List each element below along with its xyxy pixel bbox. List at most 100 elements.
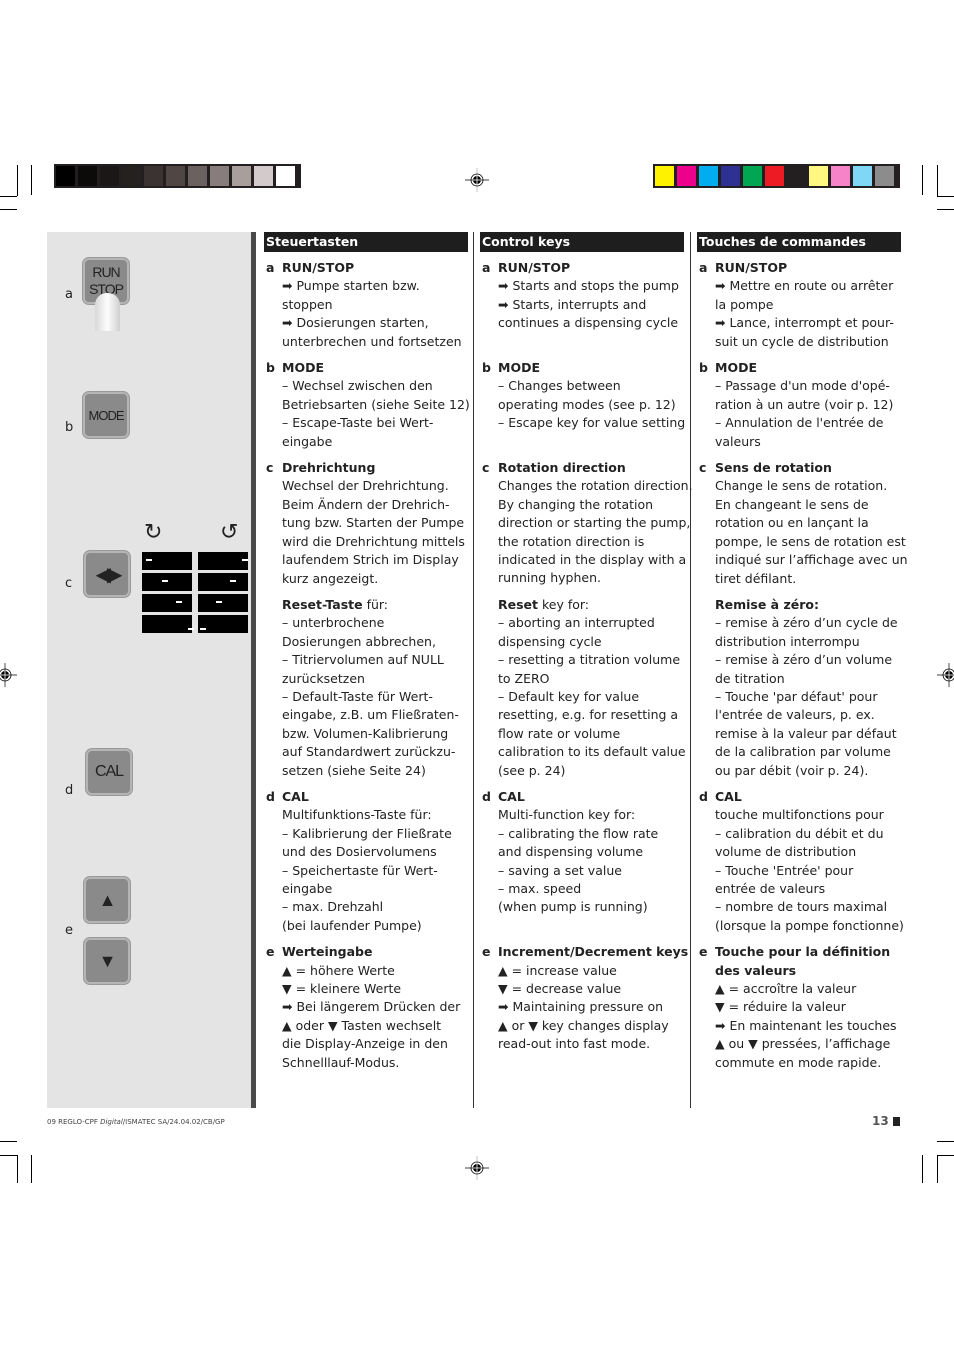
section-letter: a [266,260,275,275]
subsection-line: – remise à zéro d’un volume [715,652,893,668]
column-header: Steuertasten [264,232,468,252]
crop-mark [0,196,17,197]
column-divider [473,232,474,1108]
section-line: Schnelllauf-Modus. [282,1054,400,1070]
section-line: – Changes between [498,378,621,394]
section-d: d CAL Multifunktions-Taste für: – Kalibrier… [264,788,468,935]
section-line: ▲ = höhere Werte [282,962,395,978]
running-hyphen [176,601,182,603]
section-line: continues a dispensing cycle [498,315,679,331]
section-line: direction or starting the pump, [498,515,691,531]
section-letter: d [266,788,275,804]
subsection-title-suffix: für: [362,596,389,612]
subsection-line: Dosierungen abbrechen, [282,633,436,649]
lcd-display [142,552,192,570]
crop-mark [0,1155,17,1156]
section-line: ▲ = increase value [498,962,617,978]
column-french: Touches de commandes a RUN/STOP ➡ Mettre en… [697,232,908,1072]
subsection-title: Reset key for: [498,596,684,614]
subsection-title-bold: Reset [498,596,538,612]
key-illustration-panel [47,232,251,1108]
section-b: b MODE – Wechsel zwischen den Betriebsarten… [264,359,470,451]
color-swatch [765,166,784,186]
illustration-label-e: e [65,923,73,938]
panel-divider [251,232,256,1108]
subsection-title-bold: Reset-Taste [282,596,363,612]
section-line: Beim Ändern der Drehrich- [282,496,450,512]
section-line: En changeant le sens de [715,496,869,512]
color-swatch [853,166,872,186]
color-swatch [743,166,762,186]
subsection-line: distribution interrompu [715,633,860,649]
section-line: ration à un autre (voir p. 12) [715,396,894,412]
section-line [498,333,684,351]
section-letter: d [699,788,708,804]
subsection-title-bold: Remise à zéro: [715,596,819,612]
subsection-line: flow rate or volume [498,725,621,741]
subsection-line: de titration [715,670,785,686]
crop-mark [922,165,923,195]
color-swatch [166,166,185,186]
run-stop-key-line1: RUN [92,264,120,280]
crop-mark [922,1155,923,1183]
subsection-line: de la calibration par volume [715,744,891,760]
section-title: RUN/STOP [498,260,571,275]
section-line: suit un cycle de distribution [715,333,889,349]
running-hyphen [230,580,236,582]
section-line: – Kalibrierung der Fließrate [282,825,452,841]
subsection-title: Remise à zéro: [715,596,901,614]
section-letter: a [482,260,491,275]
section-c: c Rotation direction Changes the rotation … [480,459,693,780]
section-line: touche multifonctions pour [715,807,884,823]
section-line: ▲ = accroître la valeur [715,981,857,997]
section-line: – Escape key for value setting [498,415,686,431]
cal-key: CAL [86,749,132,795]
illustration-label-b: b [65,420,74,435]
section-line: Change le sens de rotation. [715,478,888,494]
section-line: Multi-function key for: [498,807,636,823]
section-line: ➡ Starts, interrupts and [498,296,647,312]
crop-mark [31,1155,32,1183]
subsection-line: resetting, e.g. for resetting a [498,707,679,723]
section-title: MODE [282,360,324,376]
process-color-bar [653,164,900,188]
counterclockwise-icon: ↺ [220,520,239,545]
section-title: Touche pour la définition [715,944,891,960]
section-line: ▲ or ▼ key changes display [498,1017,669,1033]
decrement-key: ▼ [84,938,130,984]
color-swatch [78,166,97,186]
subsection-line: – resetting a titration volume [498,652,681,668]
crop-mark [937,209,954,210]
lcd-display [198,552,248,570]
section-title: CAL [282,788,309,804]
color-swatch [100,166,119,186]
section-line: ➡ Bei längerem Drücken der [282,999,461,1015]
section-letter: a [699,260,708,275]
section-line: volume de distribution [715,844,857,860]
subsection-line: (see p. 24) [498,762,566,778]
lcd-display [142,594,192,612]
lcd-display [142,615,194,633]
color-swatch [831,166,850,186]
section-title-cont: des valeurs [715,962,797,978]
section-line: – Touche 'Entrée' pour [715,862,854,878]
registration-mark-icon [465,168,489,192]
column-header: Control keys [480,232,684,252]
section-line: unterbrechen und fortsetzen [282,333,462,349]
section-line: – calibration du débit et du [715,825,884,841]
section-letter: b [699,360,708,376]
section-line: (when pump is running) [498,899,648,915]
finger-press-icon [95,293,120,331]
section-line: ➡ Mettre en route ou arrêter [715,278,894,294]
section-title: CAL [498,788,525,804]
running-hyphen [188,628,194,630]
section-line: rotation ou en lançant la [715,515,869,531]
section-title: Werteingabe [282,944,373,960]
column-header: Touches de commandes [697,232,901,252]
section-line: ➡ Maintaining pressure on [498,999,664,1015]
crop-mark [937,1155,954,1156]
section-line: laufendem Strich im Display [282,552,459,568]
section-line: – max. Drehzahl [282,899,384,915]
section-title: MODE [498,360,540,376]
